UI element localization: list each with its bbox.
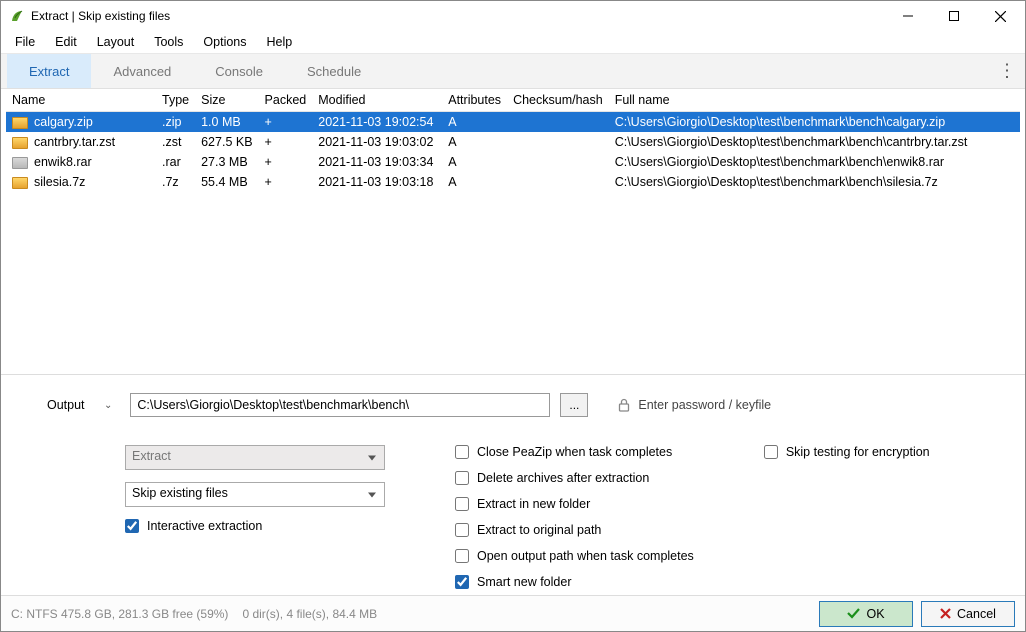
col-packed[interactable]: Packed: [259, 89, 313, 112]
check-new-folder[interactable]: Extract in new folder: [455, 497, 694, 511]
check-interactive[interactable]: Interactive extraction: [125, 519, 385, 533]
cancel-button[interactable]: Cancel: [921, 601, 1015, 627]
tab-extract[interactable]: Extract: [7, 54, 91, 88]
menu-layout[interactable]: Layout: [89, 33, 143, 51]
output-path-input[interactable]: [130, 393, 550, 417]
file-list: Name Type Size Packed Modified Attribute…: [1, 89, 1025, 374]
password-link[interactable]: Enter password / keyfile: [618, 398, 771, 412]
archive-icon: [12, 157, 28, 169]
col-name[interactable]: Name: [6, 89, 156, 112]
menu-edit[interactable]: Edit: [47, 33, 85, 51]
check-original-path[interactable]: Extract to original path: [455, 523, 694, 537]
column-header-row: Name Type Size Packed Modified Attribute…: [6, 89, 1020, 112]
menu-file[interactable]: File: [7, 33, 43, 51]
table-row[interactable]: cantrbry.tar.zst.zst627.5 KB+2021-11-03 …: [6, 132, 1020, 152]
table-row[interactable]: enwik8.rar.rar27.3 MB+2021-11-03 19:03:3…: [6, 152, 1020, 172]
status-count: 0 dir(s), 4 file(s), 84.4 MB: [242, 607, 377, 621]
tab-console[interactable]: Console: [193, 54, 285, 88]
col-size[interactable]: Size: [195, 89, 258, 112]
titlebar: Extract | Skip existing files: [1, 1, 1025, 31]
naming-select[interactable]: Skip existing files: [125, 482, 385, 507]
tab-bar: Extract Advanced Console Schedule ⋮: [1, 53, 1025, 89]
app-icon: [9, 8, 25, 24]
check-open-output[interactable]: Open output path when task completes: [455, 549, 694, 563]
status-disk: C: NTFS 475.8 GB, 281.3 GB free (59%): [11, 607, 228, 621]
check-smart-folder[interactable]: Smart new folder: [455, 575, 694, 589]
lock-icon: [618, 398, 630, 412]
check-icon: [847, 608, 860, 619]
output-dropdown-icon[interactable]: ⌄: [102, 400, 120, 411]
col-type[interactable]: Type: [156, 89, 195, 112]
col-attributes[interactable]: Attributes: [442, 89, 507, 112]
table-row[interactable]: calgary.zip.zip1.0 MB+2021-11-03 19:02:5…: [6, 112, 1020, 133]
check-skip-test[interactable]: Skip testing for encryption: [764, 445, 930, 459]
x-icon: [940, 608, 951, 619]
tab-advanced[interactable]: Advanced: [91, 54, 193, 88]
col-checksum[interactable]: Checksum/hash: [507, 89, 609, 112]
check-delete-after[interactable]: Delete archives after extraction: [455, 471, 694, 485]
col-fullname[interactable]: Full name: [609, 89, 1020, 112]
menu-help[interactable]: Help: [259, 33, 301, 51]
archive-icon: [12, 177, 28, 189]
browse-button[interactable]: ...: [560, 393, 588, 417]
statusbar: C: NTFS 475.8 GB, 281.3 GB free (59%) 0 …: [1, 595, 1025, 631]
menubar: File Edit Layout Tools Options Help: [1, 31, 1025, 53]
archive-icon: [12, 137, 28, 149]
window-title: Extract | Skip existing files: [31, 9, 885, 23]
col-modified[interactable]: Modified: [312, 89, 442, 112]
output-label: Output: [47, 398, 92, 412]
menu-options[interactable]: Options: [195, 33, 254, 51]
archive-icon: [12, 117, 28, 129]
close-button[interactable]: [977, 1, 1023, 31]
minimize-button[interactable]: [885, 1, 931, 31]
options-panel: Output ⌄ ... Enter password / keyfile Ex…: [1, 375, 1025, 595]
maximize-button[interactable]: [931, 1, 977, 31]
tab-overflow-icon[interactable]: ⋮: [998, 61, 1015, 82]
check-close-on-done[interactable]: Close PeaZip when task completes: [455, 445, 694, 459]
table-row[interactable]: silesia.7z.7z55.4 MB+2021-11-03 19:03:18…: [6, 172, 1020, 192]
menu-tools[interactable]: Tools: [146, 33, 191, 51]
action-select[interactable]: Extract: [125, 445, 385, 470]
ok-button[interactable]: OK: [819, 601, 913, 627]
tab-schedule[interactable]: Schedule: [285, 54, 383, 88]
